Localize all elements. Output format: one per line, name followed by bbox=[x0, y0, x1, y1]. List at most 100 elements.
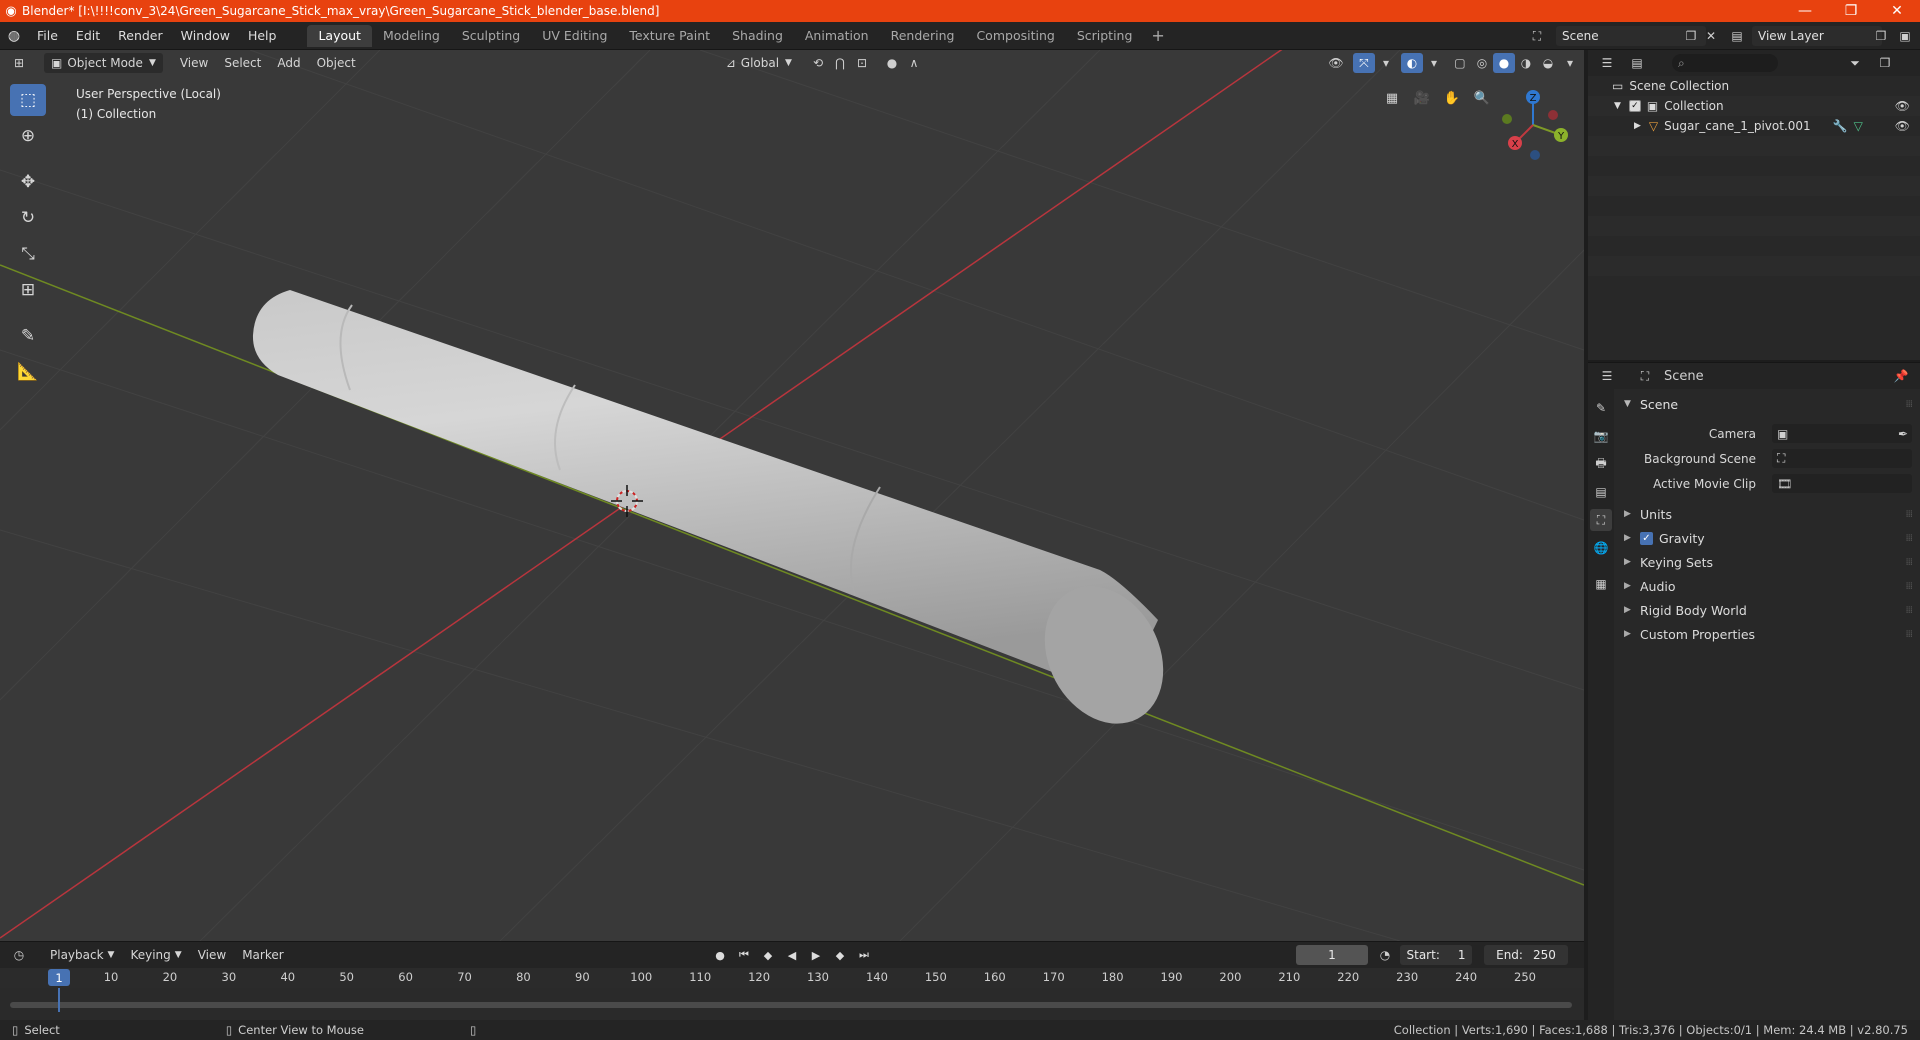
world-tab-icon[interactable]: 🌐 bbox=[1590, 537, 1612, 559]
drag-handle-icon[interactable]: ⁞⁞⁞ bbox=[1905, 557, 1912, 568]
record-icon[interactable]: ● bbox=[710, 945, 730, 965]
view-layer-browse-icon[interactable]: ▤ bbox=[1726, 26, 1748, 46]
outliner-row-scene-collection[interactable]: ▭ Scene Collection bbox=[1588, 76, 1920, 96]
rendered-shading-icon[interactable]: ◒ bbox=[1537, 53, 1559, 73]
eyedropper-icon[interactable]: ✒ bbox=[1898, 427, 1908, 441]
annotate-tool[interactable]: ✎ bbox=[10, 320, 46, 352]
zoom-view-icon[interactable]: 🔍 bbox=[1470, 86, 1494, 110]
tab-rendering[interactable]: Rendering bbox=[880, 25, 966, 47]
new-collection-icon[interactable]: ❐ bbox=[1874, 53, 1896, 73]
jump-keyframe-back-icon[interactable]: ◆ bbox=[758, 945, 778, 965]
collection-exclude-checkbox[interactable]: ✓ bbox=[1628, 100, 1641, 112]
viewport-menu-object[interactable]: Object bbox=[310, 53, 363, 73]
timeline-track-area[interactable] bbox=[0, 988, 1584, 1008]
tab-scripting[interactable]: Scripting bbox=[1066, 25, 1144, 47]
maximize-button[interactable]: ❐ bbox=[1828, 0, 1874, 22]
scale-tool[interactable]: ⤡ bbox=[10, 238, 46, 270]
current-frame-indicator[interactable]: 1 bbox=[48, 969, 70, 986]
gravity-checkbox[interactable]: ✓ bbox=[1640, 531, 1653, 545]
menu-edit[interactable]: Edit bbox=[67, 22, 109, 50]
timeline-scrollbar[interactable] bbox=[10, 1002, 1572, 1008]
gizmo-dropdown-icon[interactable]: ▾ bbox=[1375, 53, 1397, 73]
tab-modeling[interactable]: Modeling bbox=[372, 25, 451, 47]
new-scene-icon[interactable]: ❐ bbox=[1680, 26, 1702, 46]
drag-handle-icon[interactable]: ⁞⁞⁞ bbox=[1905, 605, 1912, 616]
filter-icon[interactable]: ⏷ bbox=[1844, 53, 1866, 73]
scene-panel-header[interactable]: ▼ Scene ⁞⁞⁞ bbox=[1616, 393, 1920, 415]
material-shading-icon[interactable]: ◑ bbox=[1515, 53, 1537, 73]
new-view-layer-icon[interactable]: ❐ bbox=[1870, 26, 1892, 46]
eye-icon[interactable]: 👁 bbox=[1895, 119, 1910, 133]
audio-panel-header[interactable]: ▶ Audio ⁞⁞⁞ bbox=[1616, 574, 1920, 598]
eye-icon[interactable]: 👁 bbox=[1895, 99, 1910, 113]
outliner-row-object[interactable]: ▶ ▽ Sugar_cane_1_pivot.001 🔧 ▽ 👁 bbox=[1588, 116, 1920, 136]
tab-shading[interactable]: Shading bbox=[721, 25, 794, 47]
blender-logo-icon[interactable]: ◍ bbox=[0, 22, 28, 50]
expand-arrow-icon[interactable]: ▼ bbox=[1614, 101, 1621, 111]
outliner-search-input[interactable]: ⌕ bbox=[1672, 54, 1778, 72]
jump-keyframe-forward-icon[interactable]: ◆ bbox=[830, 945, 850, 965]
texture-tab-icon[interactable]: ▦ bbox=[1590, 573, 1612, 595]
tool-settings-tab-icon[interactable]: ✎ bbox=[1590, 397, 1612, 419]
outliner-editor-type-icon[interactable]: ☰ bbox=[1596, 53, 1618, 73]
solid-shading-icon[interactable]: ● bbox=[1492, 53, 1515, 73]
close-window-button[interactable]: ✕ bbox=[1874, 0, 1920, 22]
snap-icon[interactable]: ⋂ bbox=[829, 53, 851, 73]
timeline-ruler[interactable]: 1 10 20 30 40 50 60 70 80 90 100 110 120 130 140 150 16… bbox=[0, 968, 1584, 988]
scene-tab-icon[interactable]: ⛶ bbox=[1590, 509, 1612, 531]
overlay-toggle-icon[interactable]: ◐ bbox=[1400, 53, 1423, 73]
minimize-button[interactable]: — bbox=[1782, 0, 1828, 22]
cursor-tool[interactable]: ⊕ bbox=[10, 120, 46, 152]
drag-handle-icon[interactable]: ⁞⁞⁞ bbox=[1905, 581, 1912, 592]
output-tab-icon[interactable]: 🖶 bbox=[1590, 453, 1612, 475]
timeline-menu-keying[interactable]: Keying ▼ bbox=[122, 945, 189, 965]
add-workspace-button[interactable]: + bbox=[1143, 26, 1172, 45]
play-icon[interactable]: ▶ bbox=[806, 945, 826, 965]
menu-help[interactable]: Help bbox=[239, 22, 286, 50]
xray-toggle-icon[interactable]: ▢ bbox=[1449, 53, 1471, 73]
display-mode-icon[interactable]: ▤ bbox=[1626, 53, 1648, 73]
custom-properties-panel-header[interactable]: ▶ Custom Properties ⁞⁞⁞ bbox=[1616, 622, 1920, 646]
drag-handle-icon[interactable]: ⁞⁞⁞ bbox=[1905, 533, 1912, 544]
move-tool[interactable]: ✥ bbox=[10, 166, 46, 198]
render-tab-icon[interactable]: 📷 bbox=[1590, 425, 1612, 447]
expand-arrow-icon[interactable]: ▶ bbox=[1634, 121, 1641, 131]
pan-view-icon[interactable]: ✋ bbox=[1440, 86, 1464, 110]
tab-texture-paint[interactable]: Texture Paint bbox=[618, 25, 721, 47]
snap-target-icon[interactable]: ⊡ bbox=[851, 53, 873, 73]
shading-dropdown-icon[interactable]: ▾ bbox=[1559, 53, 1581, 73]
preview-range-icon[interactable]: ◔ bbox=[1374, 945, 1396, 965]
drag-handle-icon[interactable]: ⁞⁞⁞ bbox=[1905, 629, 1912, 640]
jump-end-icon[interactable]: ⏭ bbox=[854, 945, 874, 965]
rigid-body-world-panel-header[interactable]: ▶ Rigid Body World ⁞⁞⁞ bbox=[1616, 598, 1920, 622]
outliner-row-collection[interactable]: ▼ ✓ ▣ Collection 👁 bbox=[1588, 96, 1920, 116]
toggle-ortho-icon[interactable]: ▦ bbox=[1380, 86, 1404, 110]
delete-scene-icon[interactable]: ✕ bbox=[1700, 26, 1722, 46]
properties-editor-type-icon[interactable]: ☰ bbox=[1596, 366, 1618, 386]
drag-handle-icon[interactable]: ⁞⁞⁞ bbox=[1905, 509, 1912, 520]
timeline-menu-playback[interactable]: Playback ▼ bbox=[42, 945, 122, 965]
viewport-menu-view[interactable]: View bbox=[173, 53, 215, 73]
drag-handle-icon[interactable]: ⁞⁞⁞ bbox=[1905, 399, 1912, 410]
keying-sets-panel-header[interactable]: ▶ Keying Sets ⁞⁞⁞ bbox=[1616, 550, 1920, 574]
timeline-editor-type-icon[interactable]: ◷ bbox=[8, 945, 30, 965]
visibility-icon[interactable]: 👁 bbox=[1325, 53, 1347, 73]
viewport-menu-add[interactable]: Add bbox=[270, 53, 307, 73]
camera-field[interactable]: ▣ ✒ bbox=[1772, 424, 1912, 443]
camera-view-icon[interactable]: 🎥 bbox=[1410, 86, 1434, 110]
menu-file[interactable]: File bbox=[28, 22, 67, 50]
rotate-tool[interactable]: ↻ bbox=[10, 202, 46, 234]
timeline-menu-marker[interactable]: Marker bbox=[234, 945, 291, 965]
editor-type-icon[interactable]: ⊞ bbox=[8, 53, 30, 73]
tab-uv-editing[interactable]: UV Editing bbox=[531, 25, 618, 47]
gizmo-toggle-icon[interactable]: ⤧ bbox=[1352, 53, 1375, 73]
menu-render[interactable]: Render bbox=[109, 22, 172, 50]
tab-animation[interactable]: Animation bbox=[794, 25, 880, 47]
timeline-menu-view[interactable]: View bbox=[190, 945, 234, 965]
proportional-editing-icon[interactable]: ● bbox=[881, 53, 903, 73]
falloff-icon[interactable]: ∧ bbox=[903, 53, 925, 73]
tab-layout[interactable]: Layout bbox=[307, 24, 372, 47]
pin-icon[interactable]: 📌 bbox=[1890, 366, 1912, 386]
wireframe-shading-icon[interactable]: ◎ bbox=[1471, 53, 1493, 73]
gravity-panel-header[interactable]: ▶ ✓ Gravity ⁞⁞⁞ bbox=[1616, 526, 1920, 550]
